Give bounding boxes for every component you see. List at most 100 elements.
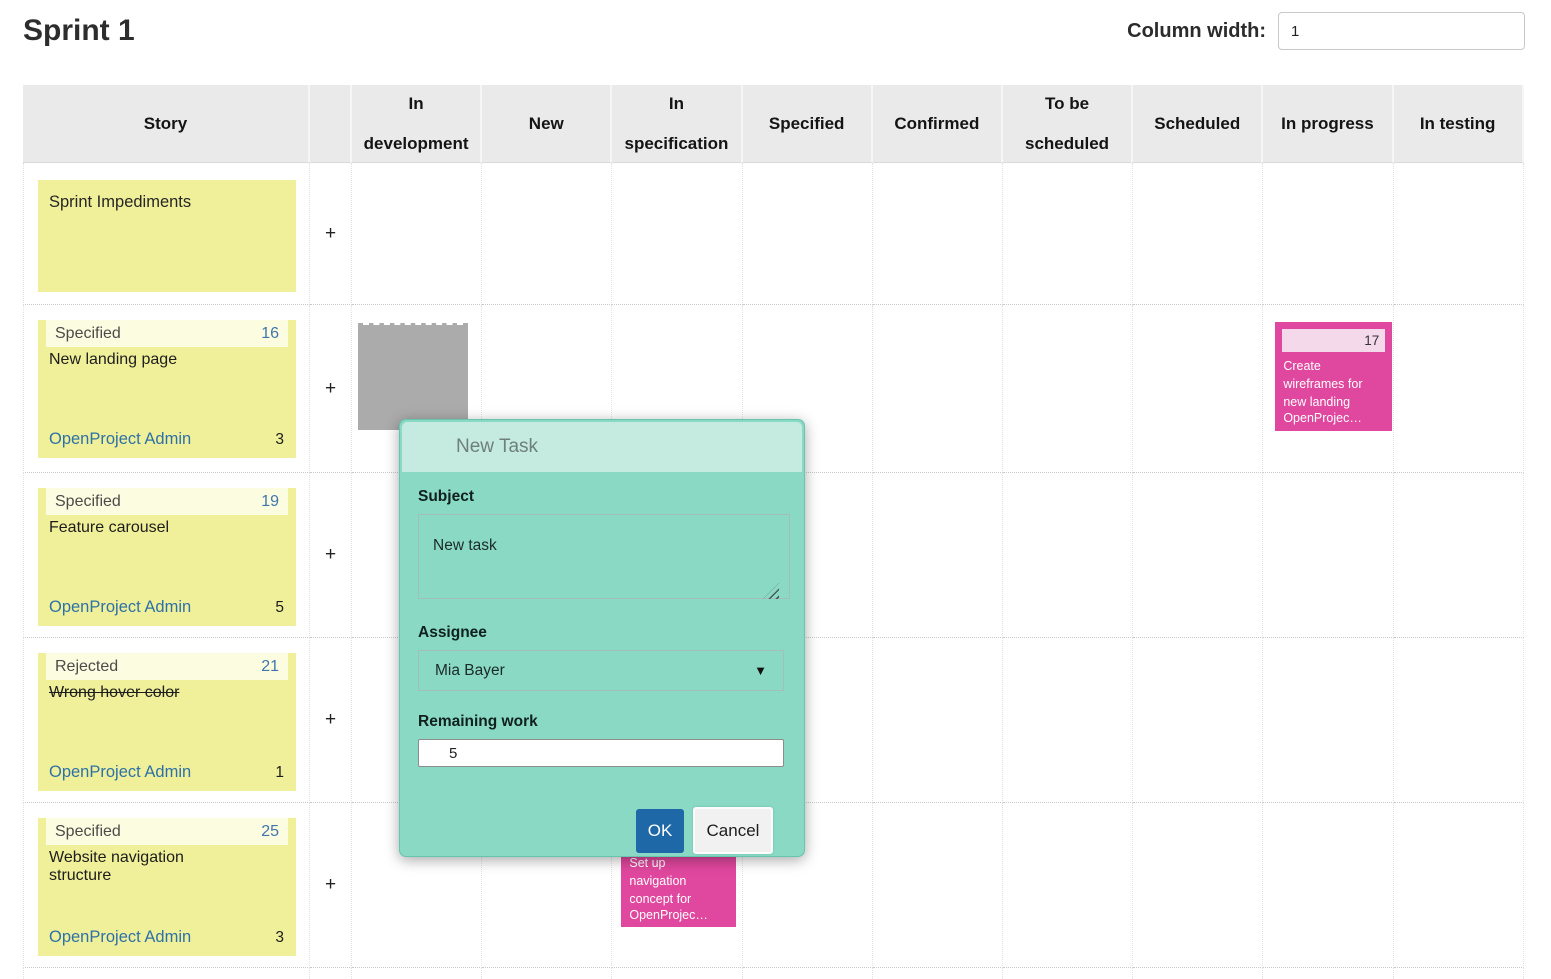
story-id-link[interactable]: 16 [261, 325, 279, 343]
column-width-control: Column width: [1127, 12, 1525, 50]
column-width-label: Column width: [1127, 20, 1266, 43]
story-title: Sprint Impediments [38, 180, 296, 212]
board-cell [873, 968, 1003, 979]
assignee-selected-value: Mia Bayer [435, 662, 505, 680]
story-status: Specified [55, 823, 121, 841]
story-effort: 1 [275, 764, 284, 782]
story-title: New landing page [49, 351, 249, 369]
assignee-link[interactable]: OpenProject Admin [49, 928, 191, 947]
column-header-scheduled: Scheduled [1133, 85, 1263, 163]
board-cell [873, 305, 1003, 473]
board-cell [1003, 305, 1133, 473]
board-cell [1394, 305, 1524, 473]
assignee-label: Assignee [418, 624, 782, 642]
board-cell [1003, 968, 1133, 979]
board-cell [1263, 473, 1393, 638]
column-header-in-specification: In specification [612, 85, 742, 163]
ghost-card[interactable] [358, 323, 468, 430]
story-effort: 3 [275, 431, 284, 449]
assignee-link[interactable]: OpenProject Admin [49, 763, 191, 782]
task-card-header: 17 [1282, 329, 1385, 352]
column-header-story: Story [23, 85, 310, 163]
subject-textarea[interactable]: New task [418, 514, 790, 599]
story-cell: Specified 16 New landing page OpenProjec… [23, 305, 310, 473]
board-cell [873, 638, 1003, 803]
story-title: Wrong hover color [49, 684, 249, 702]
board-cell [1133, 803, 1263, 968]
ok-button[interactable]: OK [636, 809, 684, 853]
board-cell [1394, 638, 1524, 803]
task-card-wireframes[interactable]: 17 Create wireframes for new landing Ope… [1275, 322, 1392, 431]
modal-header[interactable]: New Task [402, 422, 802, 472]
story-card-impediments[interactable]: Sprint Impediments [38, 180, 296, 292]
board-cell [1003, 803, 1133, 968]
story-cell: Sprint Impediments [23, 163, 310, 305]
board-cell [1263, 638, 1393, 803]
board-cell [1394, 968, 1524, 979]
task-title: Create wireframes for new landing [1275, 352, 1378, 411]
column-header-add [310, 85, 352, 163]
board-cell [873, 163, 1003, 305]
story-cell: Specified 19 Feature carousel OpenProjec… [23, 473, 310, 638]
story-id-link[interactable]: 21 [261, 658, 279, 676]
board-cell [23, 968, 310, 979]
story-status: Specified [55, 325, 121, 343]
add-task-cell: + [310, 473, 352, 638]
board-cell [352, 968, 482, 979]
story-card-header: Specified 19 [46, 488, 288, 515]
add-task-cell: + [310, 163, 352, 305]
assignee-link[interactable]: OpenProject Admin [49, 430, 191, 449]
add-task-cell: + [310, 803, 352, 968]
board-cell [612, 163, 742, 305]
board-cell [1394, 473, 1524, 638]
column-width-input[interactable] [1278, 12, 1525, 50]
add-task-button[interactable]: + [325, 223, 336, 245]
board-cell [1394, 163, 1524, 305]
board-cell [743, 968, 873, 979]
story-effort: 5 [275, 599, 284, 617]
column-header-in-testing: In testing [1394, 85, 1524, 163]
assignee-link[interactable]: OpenProject Admin [49, 598, 191, 617]
column-header-in-development: In development [352, 85, 482, 163]
task-id-link[interactable]: 17 [1364, 333, 1379, 348]
chevron-down-icon: ▼ [754, 663, 767, 678]
story-effort: 3 [275, 929, 284, 947]
board-cell [1263, 163, 1393, 305]
board-cell [482, 968, 612, 979]
story-cell: Rejected 21 Wrong hover color OpenProjec… [23, 638, 310, 803]
board-cell [1263, 968, 1393, 979]
task-assignee: OpenProjec… [621, 908, 736, 927]
story-card-new-landing-page[interactable]: Specified 16 New landing page OpenProjec… [38, 320, 296, 458]
story-card-feature-carousel[interactable]: Specified 19 Feature carousel OpenProjec… [38, 488, 296, 626]
story-id-link[interactable]: 25 [261, 823, 279, 841]
board-cell [352, 163, 482, 305]
story-cell: Specified 25 Website navigation structur… [23, 803, 310, 968]
add-task-button[interactable]: + [325, 874, 336, 896]
story-title: Feature carousel [49, 519, 249, 537]
remaining-work-input[interactable] [418, 739, 784, 767]
page-title: Sprint 1 [23, 14, 135, 48]
cancel-button[interactable]: Cancel [693, 807, 773, 854]
add-task-button[interactable]: + [325, 544, 336, 566]
board-cell [1003, 163, 1133, 305]
new-task-modal: New Task Subject New task Assignee Mia B… [399, 419, 805, 857]
modal-title: New Task [402, 436, 538, 458]
story-card-website-navigation[interactable]: Specified 25 Website navigation structur… [38, 818, 296, 956]
board-cell [1133, 305, 1263, 473]
add-task-button[interactable]: + [325, 709, 336, 731]
board-cell [1133, 473, 1263, 638]
story-card-header: Rejected 21 [46, 653, 288, 680]
story-status: Specified [55, 493, 121, 511]
story-card-wrong-hover-color[interactable]: Rejected 21 Wrong hover color OpenProjec… [38, 653, 296, 791]
story-id-link[interactable]: 19 [261, 493, 279, 511]
column-header-specified: Specified [743, 85, 873, 163]
assignee-select[interactable]: Mia Bayer ▼ [418, 650, 784, 691]
add-task-button[interactable]: + [325, 378, 336, 400]
task-title: Set up navigation concept for [621, 854, 719, 908]
story-card-header: Specified 16 [46, 320, 288, 347]
board-cell [1394, 803, 1524, 968]
board-cell [1003, 638, 1133, 803]
add-task-cell: + [310, 305, 352, 473]
board-cell [1133, 163, 1263, 305]
board-cell [310, 968, 352, 979]
